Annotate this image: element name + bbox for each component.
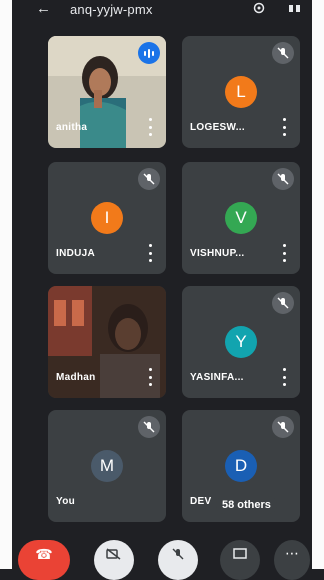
participant-name: YASINFA... <box>190 372 244 383</box>
participant-tile-anitha[interactable]: anitha <box>48 36 166 148</box>
mic-toggle-button[interactable] <box>158 540 198 580</box>
avatar: M <box>91 450 123 482</box>
more-options-icon[interactable] <box>147 368 153 386</box>
mic-off-icon <box>172 548 184 560</box>
speaker-icon[interactable] <box>288 2 302 17</box>
avatar: L <box>225 76 257 108</box>
call-controls: ☎ ⋯ <box>12 540 312 580</box>
participant-name: You <box>56 496 76 507</box>
mic-off-icon <box>272 42 294 64</box>
participant-name: LOGESW... <box>190 122 245 133</box>
more-options-icon[interactable] <box>281 244 287 262</box>
participant-tile-you[interactable]: M You <box>48 410 166 522</box>
present-icon <box>233 548 247 559</box>
top-bar: ← anq-yyjw-pmx <box>12 0 312 24</box>
speaking-indicator-icon <box>138 42 160 64</box>
more-options-icon: ⋯ <box>285 544 299 561</box>
present-button[interactable] <box>220 540 260 580</box>
end-call-icon: ☎ <box>35 545 53 562</box>
mic-off-icon <box>272 168 294 190</box>
more-options-button[interactable]: ⋯ <box>274 540 310 580</box>
arrow-left-icon[interactable]: ← <box>36 0 51 17</box>
participant-name: Madhan <box>56 372 96 383</box>
participant-tile-madhan[interactable]: Madhan <box>48 286 166 398</box>
mic-off-icon <box>138 416 160 438</box>
more-options-icon[interactable] <box>147 244 153 262</box>
end-call-button[interactable]: ☎ <box>18 540 70 580</box>
participant-name: anitha <box>56 122 88 133</box>
avatar: Y <box>225 326 257 358</box>
right-frame <box>312 0 324 569</box>
mic-off-icon <box>272 292 294 314</box>
meeting-code[interactable]: anq-yyjw-pmx <box>70 2 153 17</box>
participant-name: VISHNUP... <box>190 248 245 259</box>
more-options-icon[interactable] <box>281 118 287 136</box>
avatar: D <box>225 450 257 482</box>
participant-tile-logesw[interactable]: L LOGESW... <box>182 36 300 148</box>
participant-tile-vishnup[interactable]: V VISHNUP... <box>182 162 300 274</box>
participant-tile-induja[interactable]: I INDUJA <box>48 162 166 274</box>
participant-name: DEV <box>190 496 212 507</box>
avatar: V <box>225 202 257 234</box>
left-frame <box>0 0 12 569</box>
others-count-badge[interactable]: 58 others <box>216 496 277 514</box>
more-options-icon[interactable] <box>281 368 287 386</box>
avatar: I <box>91 202 123 234</box>
camera-switch-icon[interactable] <box>252 2 266 17</box>
more-options-icon[interactable] <box>147 118 153 136</box>
camera-toggle-button[interactable] <box>94 540 134 580</box>
participant-name: INDUJA <box>56 248 96 259</box>
camera-off-icon <box>106 548 121 560</box>
mic-off-icon <box>138 168 160 190</box>
mic-off-icon <box>272 416 294 438</box>
participant-tile-yasinfa[interactable]: Y YASINFA... <box>182 286 300 398</box>
